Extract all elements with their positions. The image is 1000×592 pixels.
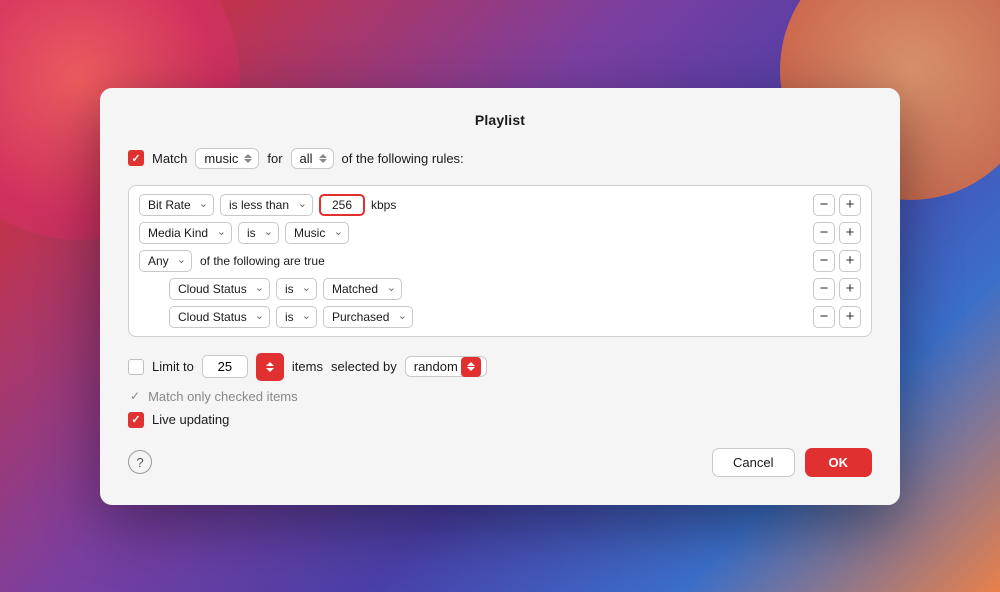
cloudstatus2-value-wrapper[interactable]: Purchased <box>323 306 413 328</box>
bitrate-add-button[interactable]: + <box>839 194 861 216</box>
cloudstatus2-field-select[interactable]: Cloud Status <box>169 306 270 328</box>
live-updating-row: Live updating <box>128 412 872 428</box>
bitrate-field-select[interactable]: Bit Rate <box>139 194 214 216</box>
cancel-button[interactable]: Cancel <box>712 448 794 477</box>
cloudstatus1-value-select[interactable]: Matched <box>323 278 402 300</box>
cloudstatus1-field-wrapper[interactable]: Cloud Status <box>169 278 270 300</box>
any-sublabel: of the following are true <box>200 254 325 268</box>
music-stepper-arrows <box>244 154 252 163</box>
kbps-label: kbps <box>371 198 396 212</box>
match-only-checkmark-icon: ✓ <box>130 389 140 403</box>
playlist-dialog: Playlist Match music for all <box>100 88 900 505</box>
limit-stepper[interactable] <box>256 353 284 381</box>
subrule-row-matched: Cloud Status is Matched − + <box>139 278 861 300</box>
action-buttons: Cancel OK <box>712 448 872 477</box>
music-select[interactable]: music <box>195 148 259 169</box>
limit-value-input[interactable] <box>202 355 248 378</box>
cloudstatus1-remove-button[interactable]: − <box>813 278 835 300</box>
any-rule-buttons: − + <box>813 250 861 272</box>
match-checkbox[interactable] <box>128 150 144 166</box>
bitrate-value-input[interactable] <box>319 194 365 216</box>
match-only-row: ✓ Match only checked items <box>128 389 872 404</box>
bitrate-condition-wrapper[interactable]: is less than <box>220 194 313 216</box>
live-updating-checkbox[interactable] <box>128 412 144 428</box>
match-label: Match <box>152 151 187 166</box>
rule-row-mediakind: Media Kind is Music − + <box>139 222 861 244</box>
cloudstatus1-value-wrapper[interactable]: Matched <box>323 278 402 300</box>
cloudstatus1-condition-select[interactable]: is <box>276 278 317 300</box>
limit-checkbox[interactable] <box>128 359 144 375</box>
button-row: ? Cancel OK <box>128 448 872 477</box>
mediakind-condition-wrapper[interactable]: is <box>238 222 279 244</box>
cloudstatus1-condition-wrapper[interactable]: is <box>276 278 317 300</box>
ok-button[interactable]: OK <box>805 448 873 477</box>
mediakind-field-wrapper[interactable]: Media Kind <box>139 222 232 244</box>
dialog-title: Playlist <box>128 112 872 128</box>
cloudstatus2-remove-button[interactable]: − <box>813 306 835 328</box>
cloudstatus1-add-button[interactable]: + <box>839 278 861 300</box>
any-add-button[interactable]: + <box>839 250 861 272</box>
selected-by-select[interactable]: random <box>405 356 487 377</box>
bitrate-remove-button[interactable]: − <box>813 194 835 216</box>
mediakind-value-select[interactable]: Music <box>285 222 349 244</box>
limit-label: Limit to <box>152 359 194 374</box>
all-stepper-arrows <box>319 154 327 163</box>
selected-by-label: selected by <box>331 359 397 374</box>
cloudstatus2-condition-select[interactable]: is <box>276 306 317 328</box>
mediakind-add-button[interactable]: + <box>839 222 861 244</box>
cloudstatus2-rule-buttons: − + <box>813 306 861 328</box>
any-field-wrapper[interactable]: Any <box>139 250 192 272</box>
mediakind-field-select[interactable]: Media Kind <box>139 222 232 244</box>
help-button[interactable]: ? <box>128 450 152 474</box>
subrule-row-purchased: Cloud Status is Purchased − + <box>139 306 861 328</box>
rule-row-bitrate: Bit Rate is less than kbps − + <box>139 194 861 216</box>
cloudstatus2-add-button[interactable]: + <box>839 306 861 328</box>
random-stepper-arrows <box>461 357 481 377</box>
rules-area: Bit Rate is less than kbps − + <box>128 185 872 337</box>
any-row: Any of the following are true − + <box>139 250 861 272</box>
any-field-select[interactable]: Any <box>139 250 192 272</box>
cloudstatus1-field-select[interactable]: Cloud Status <box>169 278 270 300</box>
cloudstatus2-condition-wrapper[interactable]: is <box>276 306 317 328</box>
mediakind-value-wrapper[interactable]: Music <box>285 222 349 244</box>
for-label: for <box>267 151 282 166</box>
mediakind-condition-select[interactable]: is <box>238 222 279 244</box>
mediakind-rule-buttons: − + <box>813 222 861 244</box>
cloudstatus2-field-wrapper[interactable]: Cloud Status <box>169 306 270 328</box>
limit-row: Limit to items selected by random <box>128 353 872 381</box>
bitrate-field-wrapper[interactable]: Bit Rate <box>139 194 214 216</box>
match-row: Match music for all of the following rul… <box>128 148 872 169</box>
bitrate-condition-select[interactable]: is less than <box>220 194 313 216</box>
mediakind-remove-button[interactable]: − <box>813 222 835 244</box>
any-remove-button[interactable]: − <box>813 250 835 272</box>
bitrate-rule-buttons: − + <box>813 194 861 216</box>
all-select[interactable]: all <box>291 148 334 169</box>
cloudstatus2-value-select[interactable]: Purchased <box>323 306 413 328</box>
match-only-label: Match only checked items <box>148 389 298 404</box>
items-label: items <box>292 359 323 374</box>
cloudstatus1-rule-buttons: − + <box>813 278 861 300</box>
of-following-label: of the following rules: <box>342 151 464 166</box>
live-updating-label: Live updating <box>152 412 229 427</box>
